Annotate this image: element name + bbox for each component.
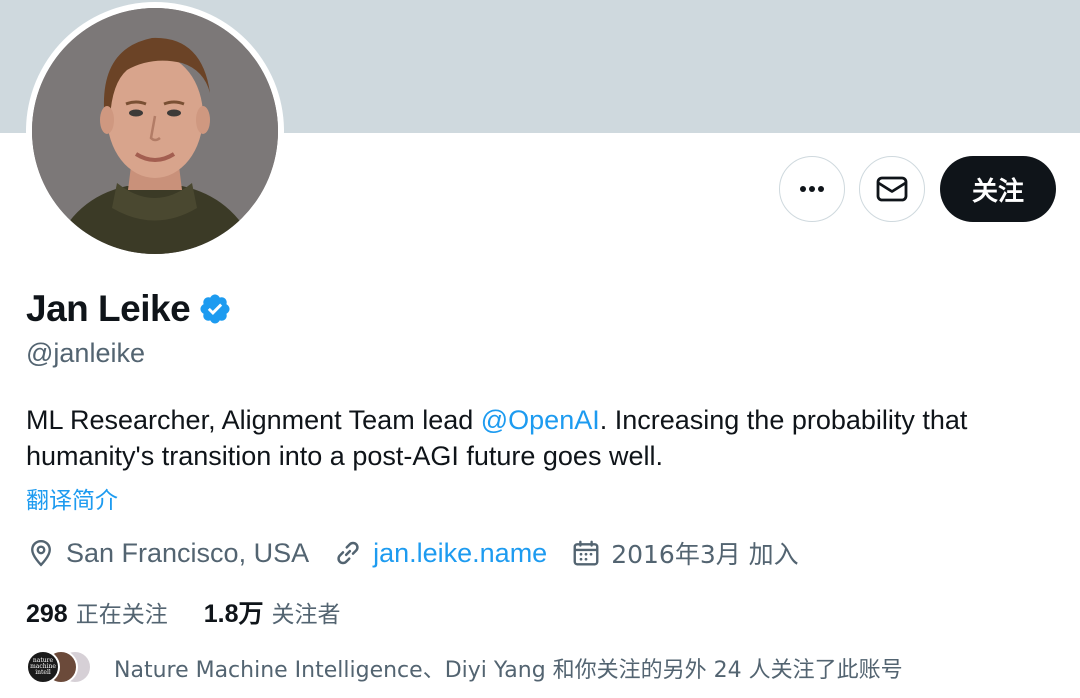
more-icon xyxy=(800,186,824,192)
avatar-photo xyxy=(32,8,278,254)
mutual-avatars: nature machine intell xyxy=(26,648,92,688)
followers-count: 1.8万 xyxy=(203,600,264,628)
profile-meta: San Francisco, USA jan.leike.name 2016年3… xyxy=(26,534,823,572)
following-count: 298 xyxy=(26,600,68,628)
avatar-portrait-image xyxy=(32,8,278,254)
envelope-icon xyxy=(876,176,908,202)
mutual-avatar-nature: nature machine intell xyxy=(26,650,60,684)
verified-badge-icon[interactable] xyxy=(198,292,232,326)
joined-date: 2016年3月 加入 xyxy=(611,540,799,569)
calendar-icon xyxy=(573,540,599,566)
following-stat[interactable]: 298 正在关注 xyxy=(26,595,168,629)
profile-page: 关注 Jan Leike @janleike ML Researcher, Al… xyxy=(0,0,1080,698)
link-icon xyxy=(337,541,359,565)
location-text: San Francisco, USA xyxy=(66,537,310,568)
mutual-avatar-nature-logo: nature machine intell xyxy=(30,657,56,676)
translate-bio-link[interactable]: 翻译简介 xyxy=(26,481,118,515)
website-link[interactable]: jan.leike.name xyxy=(373,538,547,569)
bio-mention-link[interactable]: @OpenAI xyxy=(481,405,600,435)
follow-stats: 298 正在关注 1.8万 关注者 xyxy=(26,594,376,630)
joined-item: 2016年3月 加入 xyxy=(571,535,799,571)
more-options-button[interactable] xyxy=(779,156,845,222)
followers-stat[interactable]: 1.8万 关注者 xyxy=(204,594,341,630)
profile-avatar[interactable] xyxy=(26,2,284,260)
profile-name-row: Jan Leike xyxy=(26,288,232,330)
following-label: 正在关注 xyxy=(75,602,168,628)
followers-label: 关注者 xyxy=(271,602,341,628)
location-item: San Francisco, USA xyxy=(26,538,309,569)
profile-name: Jan Leike xyxy=(26,288,191,329)
profile-handle: @janleike xyxy=(26,338,145,368)
followers-you-know-text: Nature Machine Intelligence、Diyi Yang 和你… xyxy=(114,658,903,683)
bio-text-start: ML Researcher, Alignment Team lead xyxy=(26,405,481,435)
website-item: jan.leike.name xyxy=(333,538,547,569)
location-pin-icon xyxy=(31,539,51,567)
message-button[interactable] xyxy=(859,156,925,222)
follow-button[interactable]: 关注 xyxy=(940,156,1056,222)
profile-bio: ML Researcher, Alignment Team lead @Open… xyxy=(26,402,1056,474)
followers-you-know[interactable]: nature machine intell Nature Machine Int… xyxy=(26,648,903,688)
